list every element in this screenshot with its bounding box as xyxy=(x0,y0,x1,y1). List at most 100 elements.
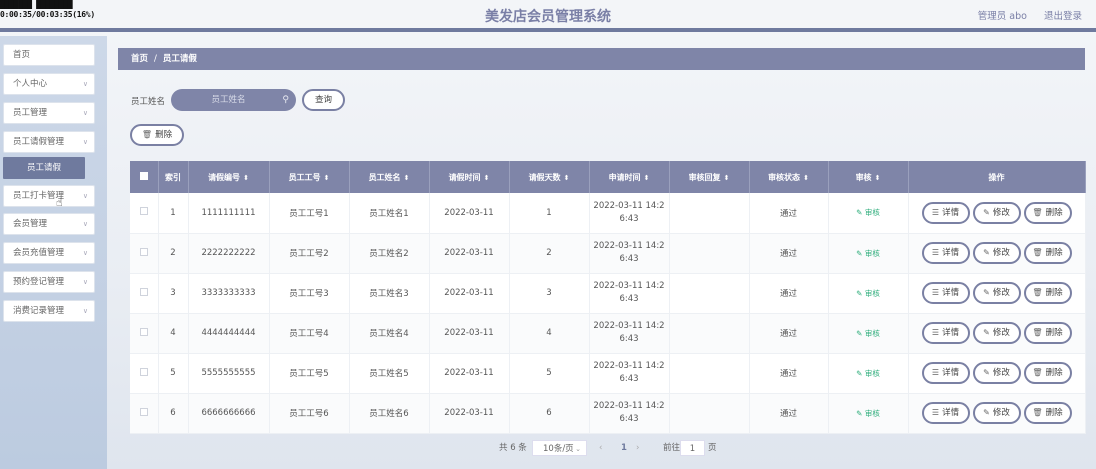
goto-page-input[interactable]: 1 xyxy=(680,440,705,456)
apply-time-line-2: 6:43 xyxy=(619,374,639,384)
select-all-checkbox[interactable] xyxy=(139,172,148,180)
delete-button[interactable]: 🗑 删除 xyxy=(1023,282,1072,304)
edit-button[interactable]: ✎ 修改 xyxy=(972,402,1021,424)
sort-icon[interactable]: ⬍ xyxy=(875,174,881,182)
cell-reply xyxy=(669,193,750,234)
cell-index: 1 xyxy=(158,193,189,234)
delete-label: 删除 xyxy=(1045,368,1063,378)
breadcrumb: 首页 / 员工请假 xyxy=(118,48,1085,70)
sidebar-item[interactable]: 员工管理 ∨ xyxy=(3,102,95,124)
detail-button[interactable]: ☰ 详情 xyxy=(921,242,970,264)
row-checkbox[interactable] xyxy=(139,287,148,296)
cell-emp-no: 员工工号3 xyxy=(269,273,350,314)
sidebar-item[interactable]: 预约登记管理 ∨ xyxy=(3,271,95,293)
detail-button[interactable]: ☰ 详情 xyxy=(921,362,970,384)
cell-apply-time: 2022-03-11 14:2 6:43 xyxy=(589,273,670,314)
sort-icon[interactable]: ⬍ xyxy=(324,174,330,182)
goto-label: 前往 xyxy=(663,443,681,453)
sidebar-item[interactable]: 会员充值管理 ∨ xyxy=(3,242,95,264)
delete-button[interactable]: 🗑 删除 xyxy=(1023,362,1072,384)
row-checkbox[interactable] xyxy=(139,367,148,376)
delete-button[interactable]: 🗑 删除 xyxy=(1023,242,1072,264)
query-button[interactable]: 查询 xyxy=(302,89,345,111)
breadcrumb-home[interactable]: 首页 xyxy=(131,54,148,64)
trash-icon: 🗑 xyxy=(1032,328,1043,337)
edit-button[interactable]: ✎ 修改 xyxy=(972,201,1021,224)
column-header-label: 审核 xyxy=(855,172,872,182)
edit-button[interactable]: ✎ 修改 xyxy=(972,242,1021,264)
audit-link[interactable]: ✎ 审核 xyxy=(856,329,880,338)
row-select-cell[interactable] xyxy=(130,273,159,314)
goto-unit: 页 xyxy=(708,443,717,453)
chevron-down-icon: ⌄ xyxy=(575,445,581,453)
column-header[interactable]: 审核回复 ⬍ xyxy=(669,161,750,193)
row-select-cell[interactable] xyxy=(130,233,159,274)
leave-table: 索引 请假编号 ⬍ 员工工号 ⬍ 员工姓名 ⬍ 请假时间 ⬍ 请假天数 ⬍ 申请时间 ⬍ 审核回复 ⬍ 审核状… xyxy=(130,161,1086,434)
detail-button[interactable]: ☰ 详情 xyxy=(921,282,970,304)
delete-button[interactable]: 🗑 删除 xyxy=(1023,322,1072,344)
page-size-select[interactable]: 10条/页 ⌄ xyxy=(532,440,587,456)
batch-delete-button[interactable]: 🗑 删除 xyxy=(130,124,184,146)
sort-icon[interactable]: ⬍ xyxy=(803,174,809,182)
cell-status: 通过 xyxy=(749,353,829,394)
audit-link[interactable]: ✎ 审核 xyxy=(856,289,880,298)
sidebar-item-label: 会员充值管理 xyxy=(13,248,65,258)
row-checkbox[interactable] xyxy=(139,207,148,216)
sidebar-item[interactable]: 消费记录管理 ∨ xyxy=(3,300,95,322)
trash-icon: 🗑 xyxy=(1032,288,1043,297)
row-select-cell[interactable] xyxy=(130,393,159,434)
row-checkbox[interactable] xyxy=(139,327,148,336)
sidebar-item[interactable]: 会员管理 ∨ xyxy=(3,213,95,235)
column-header[interactable]: 申请时间 ⬍ xyxy=(589,161,670,193)
sort-icon[interactable]: ⬍ xyxy=(724,174,730,182)
sidebar-item[interactable]: 个人中心 ∨ xyxy=(3,73,95,95)
sidebar-subitem-leave[interactable]: 员工请假 xyxy=(3,157,85,179)
sort-icon[interactable]: ⬍ xyxy=(404,174,410,182)
row-select-cell[interactable] xyxy=(130,193,159,234)
sidebar-item[interactable]: 员工请假管理 ∨ xyxy=(3,131,95,153)
edit-button[interactable]: ✎ 修改 xyxy=(972,282,1021,304)
apply-time-line-2: 6:43 xyxy=(619,254,639,264)
search-input[interactable]: 员工姓名 ⚲ xyxy=(171,89,296,111)
logout-link[interactable]: 退出登录 xyxy=(1044,11,1082,22)
sidebar-item[interactable]: 首页 xyxy=(3,44,95,66)
column-header[interactable]: 请假天数 ⬍ xyxy=(509,161,590,193)
document-icon: ☰ xyxy=(931,328,940,337)
select-all-cell[interactable] xyxy=(130,161,159,193)
edit-button[interactable]: ✎ 修改 xyxy=(972,322,1021,344)
column-header[interactable]: 员工工号 ⬍ xyxy=(269,161,350,193)
detail-label: 详情 xyxy=(942,328,960,338)
audit-link[interactable]: ✎ 审核 xyxy=(856,249,880,258)
row-checkbox[interactable] xyxy=(139,247,148,256)
chevron-down-icon: ∨ xyxy=(82,192,88,200)
sidebar-item[interactable]: 员工打卡管理 ∨ xyxy=(3,185,95,207)
column-header[interactable]: 请假时间 ⬍ xyxy=(429,161,510,193)
column-header[interactable]: 员工姓名 ⬍ xyxy=(349,161,430,193)
edit-button[interactable]: ✎ 修改 xyxy=(972,362,1021,384)
detail-button[interactable]: ☰ 详情 xyxy=(921,402,970,424)
row-select-cell[interactable] xyxy=(130,353,159,394)
apply-time-line-1: 2022-03-11 14:2 xyxy=(593,321,665,331)
audit-link[interactable]: ✎ 审核 xyxy=(856,208,880,217)
delete-button[interactable]: 🗑 删除 xyxy=(1023,402,1072,424)
sort-icon[interactable]: ⬍ xyxy=(564,174,570,182)
prev-page-icon[interactable]: ‹ xyxy=(599,440,602,456)
cell-reply xyxy=(669,233,750,274)
table-row: 1 1111111111 员工工号1 员工姓名1 2022-03-11 1 2022-03-… xyxy=(130,193,1086,234)
detail-button[interactable]: ☰ 详情 xyxy=(921,201,970,224)
audit-link[interactable]: ✎ 审核 xyxy=(856,369,880,378)
detail-button[interactable]: ☰ 详情 xyxy=(921,322,970,344)
column-header[interactable]: 请假编号 ⬍ xyxy=(188,161,270,193)
sort-icon[interactable]: ⬍ xyxy=(644,174,650,182)
next-page-icon[interactable]: › xyxy=(636,440,639,456)
audit-link[interactable]: ✎ 审核 xyxy=(856,409,880,418)
delete-button[interactable]: 🗑 删除 xyxy=(1023,201,1072,224)
page-number-current[interactable]: 1 xyxy=(616,440,632,456)
column-header[interactable]: 审核 ⬍ xyxy=(828,161,909,193)
pencil-icon: ✎ xyxy=(983,368,990,377)
row-select-cell[interactable] xyxy=(130,313,159,354)
row-checkbox[interactable] xyxy=(139,407,148,416)
sort-icon[interactable]: ⬍ xyxy=(484,174,490,182)
sort-icon[interactable]: ⬍ xyxy=(243,174,249,182)
column-header[interactable]: 审核状态 ⬍ xyxy=(749,161,829,193)
